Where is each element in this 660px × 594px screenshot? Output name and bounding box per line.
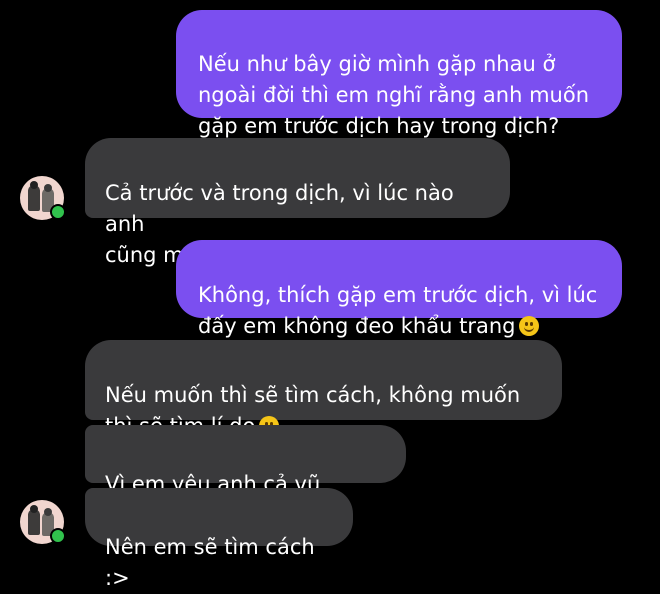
contact-avatar[interactable] — [20, 500, 66, 544]
message-bubble-sent[interactable]: Nếu như bây giờ mình gặp nhau ở ngoài đờ… — [176, 10, 622, 138]
avatar-head-left — [30, 181, 38, 189]
message-text: Nên em sẽ tìm cách :> — [105, 535, 315, 590]
avatar-head-right — [44, 508, 52, 516]
message-bubble-received[interactable]: Nên em sẽ tìm cách :> — [85, 488, 353, 590]
message-bubble-sent[interactable]: Không, thích gặp em trước dịch, vì lúc đ… — [176, 240, 622, 338]
message-bubble-received[interactable]: Vì em yêu anh cả vũ trụuuu — [85, 425, 406, 527]
message-text: Nếu như bây giờ mình gặp nhau ở ngoài đờ… — [198, 52, 590, 138]
message-bubble-received[interactable]: Cả trước và trong dịch, vì lúc nào anh c… — [85, 138, 510, 267]
online-status-dot — [50, 528, 66, 544]
slightly-smiling-face-icon — [519, 316, 540, 336]
avatar-head-left — [30, 505, 38, 513]
contact-avatar[interactable] — [20, 176, 66, 220]
message-bubble-received[interactable]: Nếu muốn thì sẽ tìm cách, không muốn thì… — [85, 340, 562, 438]
online-status-dot — [50, 204, 66, 220]
avatar-head-right — [44, 184, 52, 192]
